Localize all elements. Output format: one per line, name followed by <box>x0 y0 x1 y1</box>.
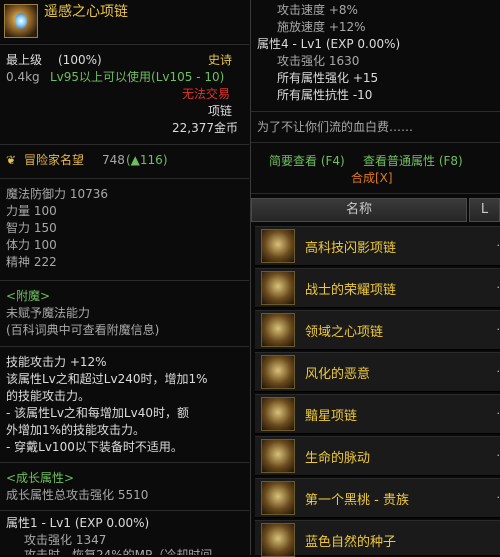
list-item[interactable]: 战士的荣耀项链 · <box>255 268 500 308</box>
necklace-icon <box>261 229 295 263</box>
necklace-icon <box>261 523 295 557</box>
skill-line: 该属性Lv之和超过Lv240时，增加1% <box>6 371 208 388</box>
grade-label: 最上级 <box>6 52 42 69</box>
tooltip-actions: 简要查看 (F4) 查看普通属性 (F8) 合成[X] <box>251 143 500 194</box>
stat-line: 施放速度 +12% <box>277 19 366 36</box>
enchant-title: <附魔> <box>6 288 50 305</box>
list-item[interactable]: 蓝色自然的种子 <box>255 520 500 556</box>
stat-line: 体力 100 <box>6 237 57 254</box>
item-name: 风化的恶意 <box>305 363 370 382</box>
skill-line: - 穿戴Lv100以下装备时不适用。 <box>6 439 183 456</box>
list-item[interactable]: 领域之心项链 · <box>255 310 500 350</box>
normal-view-button[interactable]: 查看普通属性 (F8) <box>363 153 463 170</box>
item-name: 战士的荣耀项链 <box>305 279 396 298</box>
item-name: 蓝色自然的种子 <box>305 531 396 550</box>
list-item[interactable]: 生命的脉动 · <box>255 436 500 476</box>
necklace-icon <box>261 439 295 473</box>
item-name: 黯星项链 <box>305 405 357 424</box>
necklace-icon <box>261 313 295 347</box>
skill-line: 外增加1%的技能攻击力。 <box>6 422 145 439</box>
fame-label: 冒险家名望 <box>24 152 84 169</box>
list-item[interactable]: 高科技闪影项链 · <box>255 226 500 266</box>
slot-type: 项链 <box>208 103 232 120</box>
stat-line: 智力 150 <box>6 220 57 237</box>
necklace-icon <box>261 271 295 305</box>
level-marker: · <box>497 323 500 336</box>
item-name: 高科技闪影项链 <box>305 237 396 256</box>
item-name: 领域之心项链 <box>305 321 383 340</box>
enchant-line: 未赋予魔法能力 <box>6 305 90 322</box>
level-marker: · <box>497 239 500 252</box>
list-item[interactable]: 黯星项链 · <box>255 394 500 434</box>
stat-line: 精神 222 <box>6 254 57 271</box>
enchant-line: (百科词典中可查看附魔信息) <box>6 322 159 339</box>
skill-line: 的技能攻击力。 <box>6 388 90 405</box>
list-item[interactable]: 风化的恶意 · <box>255 352 500 392</box>
stat-line: 魔法防御力 10736 <box>6 186 108 203</box>
brief-view-button[interactable]: 简要查看 (F4) <box>269 153 345 170</box>
fame-icon: ❦ <box>6 152 16 169</box>
fame-value: 748 <box>102 152 125 169</box>
stat-line: 攻击速度 +8% <box>277 2 358 19</box>
level-marker: · <box>497 365 500 378</box>
growth-total: 成长属性总攻击强化 5510 <box>6 487 148 504</box>
necklace-icon <box>4 4 38 38</box>
item-name: 第一个黑桃 - 贵族 <box>305 489 409 508</box>
skill-line: - 该属性Lv之和每增加Lv40时，额 <box>6 405 189 422</box>
fame-delta: (▲116) <box>126 152 168 169</box>
column-header-level[interactable]: L <box>469 198 500 222</box>
price: 22,377金币 <box>172 120 238 137</box>
attribute-4: 属性4 - Lv1 (EXP 0.00%) <box>257 36 400 53</box>
growth-title: <成长属性> <box>6 470 74 487</box>
necklace-icon <box>261 397 295 431</box>
item-name: 生命的脉动 <box>305 447 370 466</box>
level-marker: · <box>497 281 500 294</box>
right-panel: 攻击速度 +8% 施放速度 +12% 属性4 - Lv1 (EXP 0.00%)… <box>251 0 500 555</box>
level-marker: · <box>497 449 500 462</box>
tooltip-continuation: 攻击速度 +8% 施放速度 +12% 属性4 - Lv1 (EXP 0.00%)… <box>251 0 500 143</box>
grade-percent: (100%) <box>58 52 102 69</box>
item-name: 遥感之心项链 <box>44 4 128 21</box>
list-item[interactable]: 第一个黑桃 - 贵族 · <box>255 478 500 518</box>
column-header-name[interactable]: 名称 <box>251 198 467 222</box>
synthesize-button[interactable]: 合成[X] <box>351 170 393 187</box>
attribute-1: 属性1 - Lv1 (EXP 0.00%) <box>6 515 149 532</box>
level-marker: · <box>497 491 500 504</box>
necklace-icon <box>261 481 295 515</box>
flavor-text: 为了不让你们流的血白费…… <box>257 119 413 136</box>
necklace-icon <box>261 355 295 389</box>
trade-restriction: 无法交易 <box>182 86 230 103</box>
weight: 0.4kg <box>6 69 40 86</box>
level-requirement: Lv95以上可以使用(Lv105 - 10) <box>50 69 224 86</box>
attribute-4-stat: 所有属性强化 +15 <box>277 70 378 87</box>
attribute-4-stat: 所有属性抗性 -10 <box>277 87 372 104</box>
skill-line: 技能攻击力 +12% <box>6 354 107 371</box>
rarity-label: 史诗 <box>208 52 232 69</box>
item-tooltip: 遥感之心项链 最上级 (100%) 史诗 0.4kg Lv95以上可以使用(Lv… <box>0 0 251 555</box>
attribute-1-effect: 攻击时，恢复24%的MP（冷却时间 <box>24 547 212 555</box>
level-marker: · <box>497 407 500 420</box>
stat-line: 力量 100 <box>6 203 57 220</box>
attribute-4-stat: 攻击强化 1630 <box>277 53 359 70</box>
